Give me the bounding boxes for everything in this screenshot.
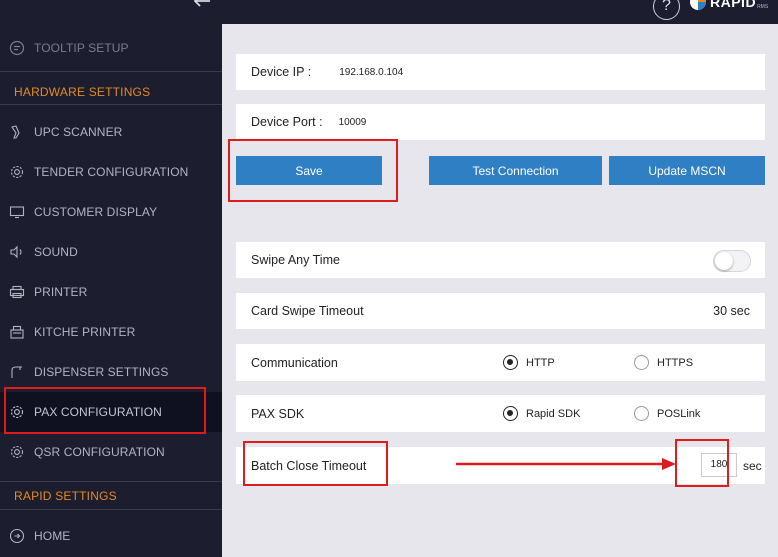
radio-selected-icon: [503, 406, 518, 421]
sidebar-item-label: KITCHE PRINTER: [34, 325, 136, 339]
logo-subtext: RMS: [757, 4, 769, 10]
sidebar-item-label: SOUND: [34, 245, 78, 259]
sidebar-item-upc-scanner[interactable]: UPC SCANNER: [0, 112, 222, 152]
divider: [0, 104, 222, 105]
radio-label: HTTPS: [657, 356, 694, 369]
logo-icon: [690, 0, 706, 10]
tooltip-icon: [8, 39, 26, 57]
sidebar-item-home[interactable]: HOME: [0, 516, 222, 556]
device-ip-row: Device IP : 192.168.0.104: [236, 54, 765, 90]
annotation-arrow-icon: [456, 458, 676, 470]
sidebar-item-tooltip-setup[interactable]: TOOLTIP SETUP: [0, 28, 222, 68]
annotation-box-pax-configuration: [4, 387, 206, 434]
scanner-icon: [8, 123, 26, 141]
sidebar-item-label: DISPENSER SETTINGS: [34, 365, 169, 379]
radio-unselected-icon: [634, 355, 649, 370]
device-port-row: Device Port : 10009: [236, 104, 765, 140]
annotation-box-save: [228, 139, 398, 202]
sidebar-item-tender-configuration[interactable]: TENDER CONFIGURATION: [0, 152, 222, 192]
sidebar-item-label: PRINTER: [34, 285, 88, 299]
kitchen-printer-icon: [8, 323, 26, 341]
communication-http-radio[interactable]: HTTP: [503, 355, 555, 370]
update-mscn-button[interactable]: Update MSCN: [609, 156, 765, 185]
dispenser-icon: [8, 363, 26, 381]
gear-icon: [8, 443, 26, 461]
top-bar: ? RAPID RMS: [0, 0, 778, 24]
sidebar-item-label: TOOLTIP SETUP: [34, 41, 129, 55]
card-swipe-timeout-value[interactable]: 30 sec: [713, 304, 750, 318]
sidebar-item-printer[interactable]: PRINTER: [0, 272, 222, 312]
sidebar: TOOLTIP SETUP HARDWARE SETTINGS UPC SCAN…: [0, 24, 222, 557]
card-swipe-timeout-label: Card Swipe Timeout: [251, 304, 364, 318]
swipe-any-time-row: Swipe Any Time: [236, 242, 765, 278]
device-ip-field[interactable]: 192.168.0.104: [339, 67, 403, 78]
divider: [0, 481, 222, 482]
batch-close-timeout-unit: sec: [743, 458, 762, 473]
speaker-icon: [8, 243, 26, 261]
pax-sdk-rapid-radio[interactable]: Rapid SDK: [503, 406, 580, 421]
device-port-label: Device Port :: [251, 115, 323, 129]
pax-sdk-label: PAX SDK: [251, 406, 305, 421]
device-port-field[interactable]: 10009: [339, 117, 367, 128]
gear-icon: [8, 163, 26, 181]
back-arrow-icon[interactable]: [192, 0, 212, 8]
radio-label: HTTP: [526, 356, 555, 369]
sidebar-item-customer-display[interactable]: CUSTOMER DISPLAY: [0, 192, 222, 232]
pax-sdk-row: PAX SDK Rapid SDK POSLink: [236, 395, 765, 432]
sidebar-item-qsr-configuration[interactable]: QSR CONFIGURATION: [0, 432, 222, 472]
divider: [0, 509, 222, 510]
sidebar-item-dispenser-settings[interactable]: DISPENSER SETTINGS: [0, 352, 222, 392]
sidebar-item-label: CUSTOMER DISPLAY: [34, 205, 158, 219]
divider: [0, 71, 222, 72]
help-button[interactable]: ?: [653, 0, 680, 20]
home-icon: [8, 527, 26, 545]
monitor-icon: [8, 203, 26, 221]
swipe-any-time-toggle[interactable]: [713, 250, 751, 272]
annotation-box-batch-close-timeout: [243, 441, 388, 486]
annotation-box-timeout-value: [675, 439, 729, 487]
card-swipe-timeout-row: Card Swipe Timeout 30 sec: [236, 293, 765, 329]
rapid-logo: RAPID RMS: [689, 0, 768, 13]
section-header-rapid: RAPID SETTINGS: [14, 489, 117, 503]
communication-label: Communication: [251, 355, 338, 370]
section-header-hardware: HARDWARE SETTINGS: [14, 85, 151, 99]
sidebar-item-label: QSR CONFIGURATION: [34, 445, 165, 459]
swipe-any-time-label: Swipe Any Time: [251, 253, 340, 267]
printer-icon: [8, 283, 26, 301]
pax-sdk-poslink-radio[interactable]: POSLink: [634, 406, 700, 421]
sidebar-item-label: UPC SCANNER: [34, 125, 123, 139]
toggle-knob: [715, 252, 733, 270]
sidebar-item-label: HOME: [34, 529, 71, 543]
sidebar-item-label: TENDER CONFIGURATION: [34, 165, 189, 179]
test-connection-button[interactable]: Test Connection: [429, 156, 602, 185]
logo-text: RAPID: [710, 0, 757, 10]
radio-unselected-icon: [634, 406, 649, 421]
device-ip-label: Device IP :: [251, 65, 312, 79]
radio-label: POSLink: [657, 407, 701, 420]
radio-selected-icon: [503, 355, 518, 370]
sidebar-item-sound[interactable]: SOUND: [0, 232, 222, 272]
communication-row: Communication HTTP HTTPS: [236, 344, 765, 381]
sidebar-item-kitche-printer[interactable]: KITCHE PRINTER: [0, 312, 222, 352]
radio-label: Rapid SDK: [526, 407, 581, 420]
communication-https-radio[interactable]: HTTPS: [634, 355, 693, 370]
